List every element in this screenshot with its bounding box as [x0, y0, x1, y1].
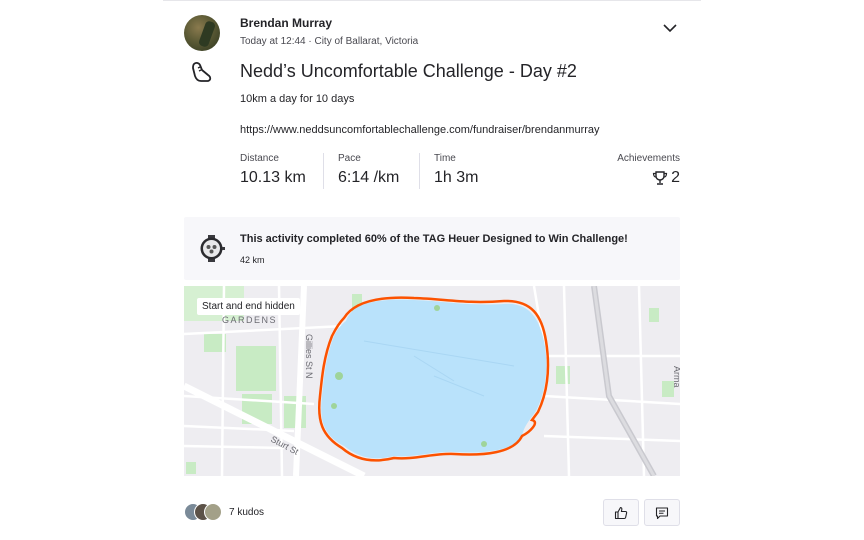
kudos-button[interactable]: [603, 499, 639, 526]
stat-label: Pace: [338, 153, 361, 164]
challenge-distance: 42 km: [240, 255, 265, 265]
challenge-text: This activity completed 60% of the TAG H…: [240, 233, 628, 245]
comment-button[interactable]: [644, 499, 680, 526]
avatar[interactable]: [184, 15, 220, 51]
activity-meta: Today at 12:44 · City of Ballarat, Victo…: [240, 36, 419, 47]
stat-distance: Distance 10.13 km: [240, 153, 306, 187]
activity-card: Brendan Murray Today at 12:44 · City of …: [163, 0, 701, 540]
stat-divider: [419, 153, 420, 189]
achievements-label: Achievements: [617, 153, 680, 164]
chevron-down-icon: [663, 23, 677, 32]
stat-divider: [323, 153, 324, 189]
stat-value: 10.13 km: [240, 169, 306, 186]
divider: [163, 0, 701, 1]
comment-icon: [655, 506, 669, 519]
map-label-gardens: GARDENS: [222, 315, 277, 325]
watch-badge-icon: [200, 235, 225, 262]
achievements-count: 2: [671, 169, 680, 186]
stat-label: Distance: [240, 153, 279, 164]
athlete-name[interactable]: Brendan Murray: [240, 16, 332, 30]
kudos-count[interactable]: 7 kudos: [229, 507, 264, 518]
achievements[interactable]: Achievements 2: [617, 153, 680, 187]
kudos-avatar: [204, 503, 222, 521]
fundraiser-link[interactable]: https://www.neddsuncomfortablechallenge.…: [240, 124, 600, 136]
run-shoe-icon: [192, 62, 212, 82]
stat-value: 1h 3m: [434, 169, 479, 186]
options-button[interactable]: [660, 20, 680, 36]
stat-value: 6:14 /km: [338, 169, 400, 186]
start-end-hidden-tag: Start and end hidden: [197, 298, 300, 315]
map-label-gillies: Gillies St N: [304, 334, 314, 379]
map-label-arma: Arma: [672, 366, 680, 388]
activity-title[interactable]: Nedd’s Uncomfortable Challenge - Day #2: [240, 61, 577, 82]
route-map[interactable]: GARDENS Gillies St N Sturt St Arma Start…: [184, 286, 680, 476]
kudos-avatars[interactable]: [184, 503, 228, 523]
thumbs-up-icon: [614, 506, 628, 519]
activity-description: 10km a day for 10 days: [240, 93, 355, 105]
stat-time: Time 1h 3m: [434, 153, 478, 187]
stat-pace: Pace 6:14 /km: [338, 153, 399, 187]
challenge-banner[interactable]: This activity completed 60% of the TAG H…: [184, 217, 680, 280]
stat-label: Time: [434, 153, 456, 164]
trophy-icon: [652, 171, 668, 185]
